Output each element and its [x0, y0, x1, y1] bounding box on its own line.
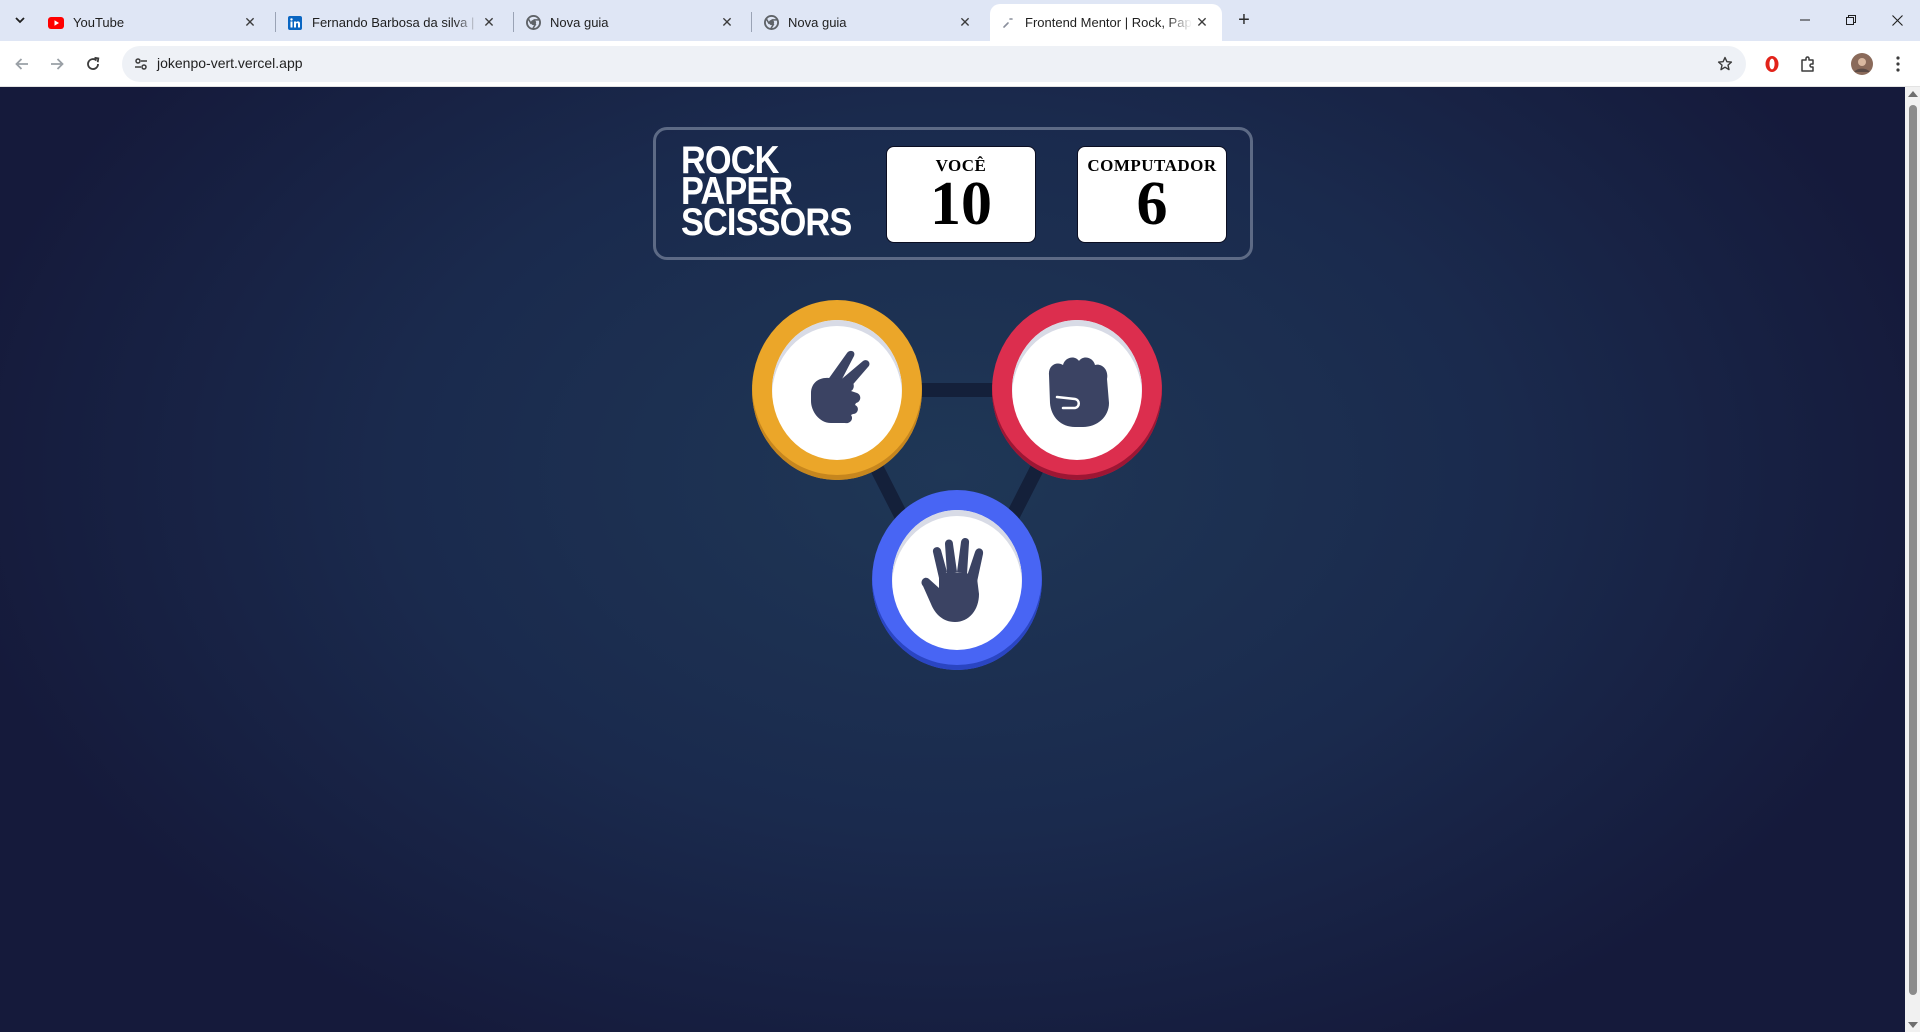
- star-icon: [1717, 56, 1733, 71]
- tab-new-tab[interactable]: Nova guia ✕: [753, 4, 985, 41]
- more-vert-icon: [1896, 56, 1900, 72]
- minimize-button[interactable]: [1782, 0, 1828, 40]
- tab-title: YouTube: [73, 15, 125, 30]
- rock-chip-face: [1012, 320, 1142, 460]
- scroll-thumb[interactable]: [1909, 105, 1917, 995]
- address-bar[interactable]: jokenpo-vert.vercel.app: [122, 46, 1746, 82]
- tune-icon: [135, 58, 147, 70]
- browser-menu-button[interactable]: [1887, 53, 1909, 75]
- tab-youtube[interactable]: YouTube ✕: [38, 4, 270, 41]
- game-board: [0, 87, 1905, 1032]
- close-icon: [1891, 14, 1903, 26]
- restore-icon: [1846, 15, 1856, 25]
- url-text: jokenpo-vert.vercel.app: [157, 55, 303, 71]
- plus-icon: +: [1238, 8, 1250, 31]
- extensions-button[interactable]: [1797, 53, 1819, 75]
- page-scrollbar[interactable]: [1905, 87, 1920, 1032]
- scroll-down-arrow[interactable]: [1908, 1022, 1918, 1028]
- opera-icon: [1765, 56, 1779, 72]
- paper-choice-button[interactable]: [872, 490, 1042, 670]
- puzzle-icon: [1801, 56, 1814, 72]
- reload-icon: [87, 56, 100, 70]
- forward-button[interactable]: [45, 52, 69, 76]
- close-tab-icon[interactable]: ✕: [955, 13, 975, 33]
- close-tab-icon[interactable]: ✕: [240, 13, 260, 33]
- site-info-button[interactable]: [130, 53, 152, 75]
- close-tab-icon[interactable]: ✕: [1192, 13, 1212, 33]
- new-tab-button[interactable]: +: [1232, 8, 1256, 32]
- restore-button[interactable]: [1828, 0, 1874, 40]
- tab-title: Frontend Mentor | Rock, Paper, Scissors: [1025, 15, 1192, 30]
- paper-chip-face: [892, 510, 1022, 650]
- tab-separator: [751, 12, 752, 32]
- tab-linkedin[interactable]: Fernando Barbosa da silva | LinkedIn ✕: [277, 4, 509, 41]
- tab-separator: [513, 12, 514, 32]
- paper-hand-icon: [921, 537, 984, 622]
- close-window-button[interactable]: [1874, 0, 1920, 40]
- chevron-down-icon: [15, 17, 25, 24]
- browser-toolbar: jokenpo-vert.vercel.app: [0, 41, 1920, 87]
- youtube-icon: [48, 15, 64, 31]
- tab-title: Nova guia: [550, 15, 609, 30]
- tab-frontend-mentor[interactable]: Frontend Mentor | Rock, Paper, Scissors …: [990, 4, 1222, 41]
- profile-avatar[interactable]: [1849, 51, 1875, 77]
- tab-search-button[interactable]: [8, 8, 32, 32]
- frontend-mentor-icon: [1000, 15, 1016, 31]
- linkedin-icon: [287, 15, 303, 31]
- tab-title: Nova guia: [788, 15, 847, 30]
- page-viewport: ROCK PAPER SCISSORS VOCÊ 10 COMPUTADOR 6: [0, 87, 1905, 1032]
- avatar-icon: [1851, 53, 1873, 75]
- chrome-icon: [525, 15, 541, 31]
- minimize-icon: [1800, 19, 1810, 21]
- bookmark-button[interactable]: [1714, 53, 1736, 75]
- opera-extension-button[interactable]: [1761, 53, 1783, 75]
- close-tab-icon[interactable]: ✕: [717, 13, 737, 33]
- rock-choice-button[interactable]: [992, 300, 1162, 480]
- arrow-right-icon: [51, 58, 64, 70]
- scissors-chip-face: [772, 320, 902, 460]
- close-tab-icon[interactable]: ✕: [479, 13, 499, 33]
- tab-title: Fernando Barbosa da silva | LinkedIn: [312, 15, 479, 30]
- scroll-up-arrow[interactable]: [1908, 91, 1918, 97]
- rock-hand-icon: [1048, 357, 1109, 427]
- chrome-icon: [763, 15, 779, 31]
- tab-new-tab[interactable]: Nova guia ✕: [515, 4, 747, 41]
- reload-button[interactable]: [81, 52, 105, 76]
- back-button[interactable]: [10, 52, 34, 76]
- tab-separator: [275, 12, 276, 32]
- scissors-hand-icon: [811, 350, 870, 424]
- tab-strip: YouTube ✕ Fernando Barbosa da silva | Li…: [0, 0, 1920, 41]
- arrow-left-icon: [15, 58, 28, 70]
- scissors-choice-button[interactable]: [752, 300, 922, 480]
